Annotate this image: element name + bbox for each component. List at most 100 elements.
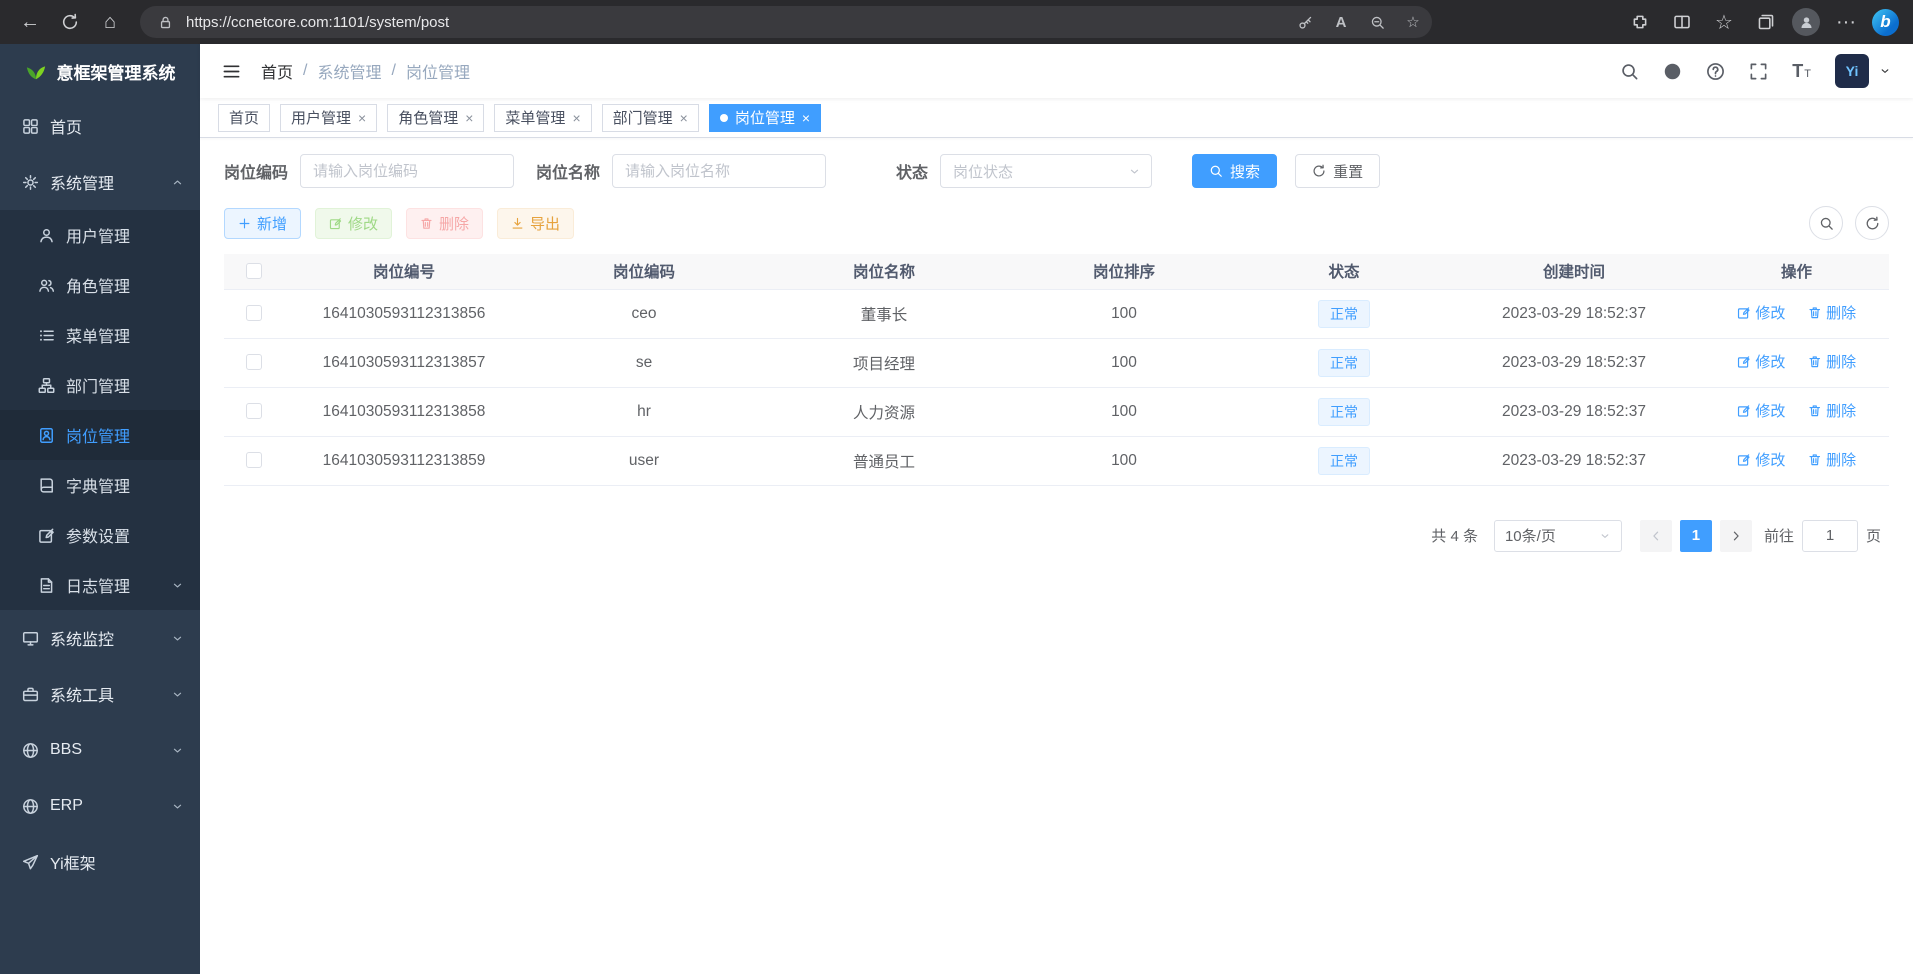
sidebar-item-param-settings[interactable]: 参数设置 [0,510,200,560]
password-key-icon[interactable] [1292,9,1318,35]
row-checkbox[interactable] [246,305,262,321]
sidebar-item-bbs[interactable]: BBS [0,722,200,778]
row-edit-link[interactable]: 修改 [1737,302,1786,323]
tab-post-mgmt[interactable]: 岗位管理 × [709,104,821,132]
edit-button[interactable]: 修改 [315,208,392,239]
sidebar-item-system-monitor[interactable]: 系统监控 [0,610,200,666]
close-tab-icon[interactable]: × [572,110,580,126]
sidebar-item-menu-mgmt[interactable]: 菜单管理 [0,310,200,360]
row-delete-link[interactable]: 删除 [1808,302,1857,323]
delete-button[interactable]: 删除 [406,208,483,239]
sidebar-item-erp[interactable]: ERP [0,778,200,834]
tab-role-mgmt[interactable]: 角色管理 × [387,104,484,132]
sidebar-item-post-mgmt[interactable]: 岗位管理 [0,410,200,460]
close-tab-icon[interactable]: × [358,110,366,126]
post-name-input[interactable] [612,154,826,188]
github-icon[interactable] [1663,62,1682,81]
row-checkbox[interactable] [246,403,262,419]
post-code-input[interactable] [300,154,514,188]
search-icon[interactable] [1620,62,1639,81]
toggle-search-button[interactable] [1809,206,1843,240]
tab-dept-mgmt[interactable]: 部门管理 × [602,104,699,132]
row-edit-link[interactable]: 修改 [1737,400,1786,421]
export-button[interactable]: 导出 [497,208,574,239]
row-delete-link[interactable]: 删除 [1808,400,1857,421]
main-area: 首页 / 系统管理 / 岗位管理 TT Yi 首 [200,44,1913,974]
user-avatar[interactable]: Yi [1835,54,1869,88]
help-icon[interactable] [1706,62,1725,81]
collections-icon[interactable] [1750,6,1782,38]
tab-home[interactable]: 首页 [218,104,270,132]
back-icon[interactable]: ← [14,6,46,38]
refresh-table-button[interactable] [1855,206,1889,240]
sidebar-item-label: 用户管理 [66,223,130,247]
lock-icon[interactable] [152,9,178,35]
status-badge: 正常 [1318,447,1370,475]
next-page-button[interactable] [1720,520,1752,552]
extensions-icon[interactable] [1624,6,1656,38]
close-tab-icon[interactable]: × [802,110,810,126]
document-icon [38,577,55,594]
fullscreen-icon[interactable] [1749,62,1768,81]
zoom-out-icon[interactable] [1364,9,1390,35]
status-label: 状态 [896,159,928,183]
add-favorite-icon[interactable]: ☆ [1400,9,1426,35]
status-select[interactable]: 岗位状态 [940,154,1152,188]
collapse-sidebar-button[interactable] [222,62,241,81]
sidebar-item-system-tools[interactable]: 系统工具 [0,666,200,722]
sidebar-item-system-mgmt[interactable]: 系统管理 [0,154,200,210]
goto-page-input[interactable] [1802,520,1858,552]
tab-user-mgmt[interactable]: 用户管理 × [280,104,377,132]
avatar-caret-icon[interactable] [1879,65,1891,77]
read-aloud-icon[interactable]: A [1328,9,1354,35]
row-delete-link[interactable]: 删除 [1808,449,1857,470]
row-checkbox[interactable] [246,452,262,468]
font-size-icon[interactable]: TT [1792,61,1811,82]
sidebar-item-label: 菜单管理 [66,323,130,347]
row-delete-label: 删除 [1826,449,1856,470]
sidebar: 意框架管理系统 首页 系统管理 用户管理 [0,44,200,974]
monitor-icon [22,630,39,647]
bing-copilot-icon[interactable]: b [1872,9,1899,36]
table-row[interactable]: 1641030593112313859 user 普通员工 100 正常 202… [224,436,1889,485]
sidebar-item-dict-mgmt[interactable]: 字典管理 [0,460,200,510]
table-row[interactable]: 1641030593112313858 hr 人力资源 100 正常 2023-… [224,387,1889,436]
address-bar[interactable]: https://ccnetcore.com:1101/system/post A… [140,6,1432,38]
table-row[interactable]: 1641030593112313857 se 项目经理 100 正常 2023-… [224,338,1889,387]
browser-home-icon[interactable]: ⌂ [94,6,126,38]
url-text[interactable]: https://ccnetcore.com:1101/system/post [186,14,1292,31]
sidebar-item-label: 岗位管理 [66,423,130,447]
page-size-select[interactable]: 10条/页 [1494,520,1622,552]
tab-menu-mgmt[interactable]: 菜单管理 × [494,104,591,132]
breadcrumb-home[interactable]: 首页 [261,59,293,83]
chevron-right-icon [1729,529,1743,543]
browser-menu-icon[interactable]: ··· [1830,6,1862,38]
sidebar-item-role-mgmt[interactable]: 角色管理 [0,260,200,310]
row-delete-link[interactable]: 删除 [1808,351,1857,372]
refresh-icon[interactable] [54,6,86,38]
table-row[interactable]: 1641030593112313856 ceo 董事长 100 正常 2023-… [224,289,1889,338]
sidebar-item-yi-framework[interactable]: Yi框架 [0,834,200,890]
reset-button[interactable]: 重置 [1295,154,1380,188]
browser-profile-avatar[interactable] [1792,8,1820,36]
select-all-checkbox[interactable] [246,263,262,279]
page-number-button[interactable]: 1 [1680,520,1712,552]
col-post-name: 岗位名称 [764,254,1004,289]
plus-icon [238,217,251,230]
add-button[interactable]: 新增 [224,208,301,239]
post-code-filter: 岗位编码 [224,154,514,188]
sidebar-item-user-mgmt[interactable]: 用户管理 [0,210,200,260]
row-edit-link[interactable]: 修改 [1737,351,1786,372]
prev-page-button[interactable] [1640,520,1672,552]
app-logo[interactable]: 意框架管理系统 [0,44,200,98]
favorites-icon[interactable]: ☆ [1708,6,1740,38]
sidebar-item-home[interactable]: 首页 [0,98,200,154]
row-edit-link[interactable]: 修改 [1737,449,1786,470]
sidebar-item-log-mgmt[interactable]: 日志管理 [0,560,200,610]
close-tab-icon[interactable]: × [465,110,473,126]
row-checkbox[interactable] [246,354,262,370]
search-button[interactable]: 搜索 [1192,154,1277,188]
split-screen-icon[interactable] [1666,6,1698,38]
sidebar-item-dept-mgmt[interactable]: 部门管理 [0,360,200,410]
close-tab-icon[interactable]: × [680,110,688,126]
